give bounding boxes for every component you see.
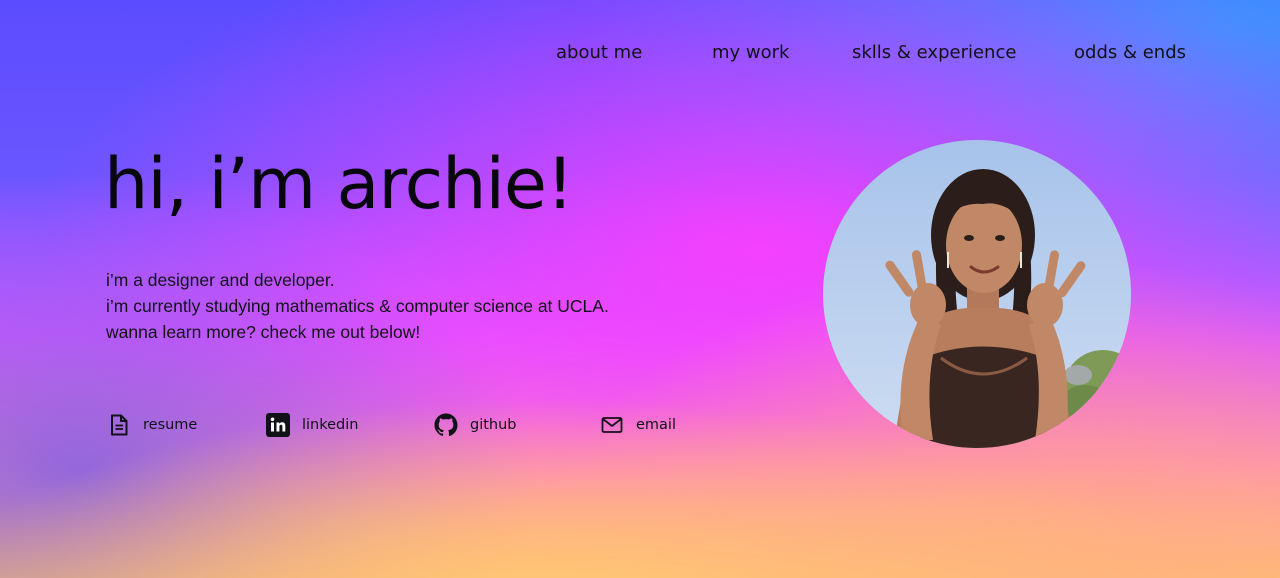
github-label: github [470, 417, 517, 433]
mail-icon [600, 413, 624, 437]
social-links: resume linkedin github email [0, 412, 800, 438]
linkedin-link[interactable]: linkedin [266, 412, 358, 438]
linkedin-label: linkedin [302, 417, 359, 433]
email-label: email [636, 417, 676, 433]
nav-my-work[interactable]: my work [712, 42, 789, 63]
resume-link[interactable]: resume [107, 412, 197, 438]
bio-line-study: i’m currently studying mathematics & com… [106, 296, 609, 316]
github-icon [434, 413, 458, 437]
top-navigation: about me my work sklls & experience odds… [0, 42, 1280, 72]
hero-title: hi, i’m archie! [104, 143, 574, 225]
resume-label: resume [143, 417, 198, 433]
bio-line-cta: wanna learn more? check me out below! [106, 322, 421, 342]
email-link[interactable]: email [600, 412, 676, 438]
profile-photo [823, 140, 1131, 448]
nav-skills-experience[interactable]: sklls & experience [852, 42, 1016, 63]
bio-line-role: i’m a designer and developer. [106, 270, 335, 290]
document-icon [107, 413, 131, 437]
github-link[interactable]: github [434, 412, 517, 438]
nav-about-me[interactable]: about me [556, 42, 642, 63]
nav-odds-ends[interactable]: odds & ends [1074, 42, 1186, 63]
bio-text: i’m a designer and developer. i’m curren… [106, 267, 609, 345]
linkedin-icon [266, 413, 290, 437]
